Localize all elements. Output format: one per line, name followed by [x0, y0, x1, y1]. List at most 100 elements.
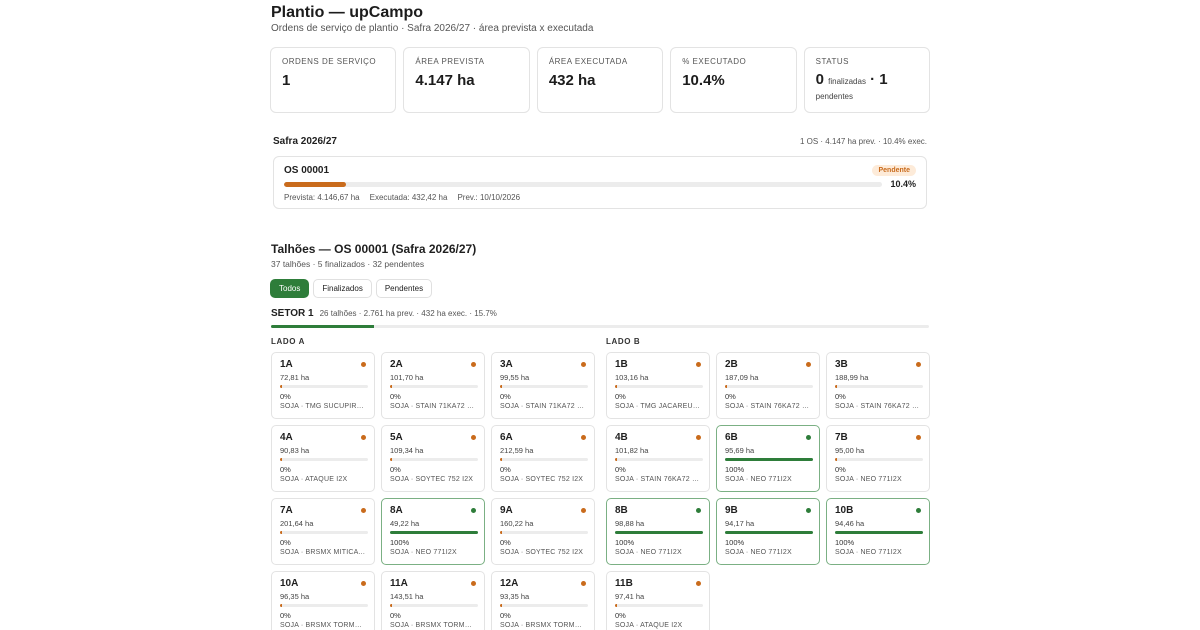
- talhao-area: 201,64 ha: [280, 519, 314, 528]
- talhao-progress-bar: [725, 458, 813, 461]
- talhao-name: 8A: [390, 505, 403, 516]
- talhao-variety: SOJA · STAIN 71KA72 CE: [500, 403, 586, 410]
- talhao-card-11b[interactable]: 11B 97,41 ha 0% SOJA · ATAQUE I2X: [606, 571, 710, 630]
- talhao-card-2b[interactable]: 2B 187,09 ha 0% SOJA · STAIN 76KA72 CE: [716, 352, 820, 419]
- talhao-progress-fill: [280, 531, 282, 534]
- status-dot-icon: [806, 508, 811, 513]
- os-pct: 10.4%: [890, 179, 916, 189]
- talhao-pct: 100%: [725, 538, 745, 547]
- kpi-value: 10.4%: [682, 72, 725, 89]
- kpi-card-area-prevista: ÁREA PREVISTA 4.147 ha: [403, 47, 530, 113]
- talhao-variety: SOJA · STAIN 71KA72 CE: [390, 403, 476, 410]
- talhao-variety: SOJA · NEO 771I2X: [390, 549, 457, 556]
- lado-a-label: LADO A: [271, 337, 305, 346]
- talhao-card-7b[interactable]: 7B 95,00 ha 0% SOJA · NEO 771I2X: [826, 425, 930, 492]
- talhao-progress-bar: [390, 385, 478, 388]
- talhao-progress-bar: [280, 385, 368, 388]
- talhao-pct: 100%: [615, 538, 635, 547]
- talhoes-subtitle: 37 talhões · 5 finalizados · 32 pendente…: [271, 259, 425, 269]
- talhao-card-9a[interactable]: 9A 160,22 ha 0% SOJA · SOYTEC 752 I2X: [491, 498, 595, 565]
- talhao-card-2a[interactable]: 2A 101,70 ha 0% SOJA · STAIN 71KA72 CE: [381, 352, 485, 419]
- talhao-card-9b[interactable]: 9B 94,17 ha 100% SOJA · NEO 771I2X: [716, 498, 820, 565]
- setor-progress-fill: [271, 325, 375, 328]
- talhao-name: 9B: [725, 505, 738, 516]
- talhao-card-6a[interactable]: 6A 212,59 ha 0% SOJA · SOYTEC 752 I2X: [491, 425, 595, 492]
- talhao-name: 3A: [500, 359, 513, 370]
- status-dot-icon: [916, 508, 921, 513]
- talhao-card-8a[interactable]: 8A 49,22 ha 100% SOJA · NEO 771I2X: [381, 498, 485, 565]
- talhao-area: 160,22 ha: [500, 519, 534, 528]
- talhao-progress-bar: [390, 604, 478, 607]
- os-card[interactable]: OS 00001 Pendente 10.4% Prevista: 4.146,…: [273, 156, 927, 209]
- talhao-card-3a[interactable]: 3A 99,55 ha 0% SOJA · STAIN 71KA72 CE: [491, 352, 595, 419]
- kpi-label: % EXECUTADO: [682, 57, 747, 66]
- talhao-area: 93,35 ha: [500, 592, 530, 601]
- status-dot-icon: [471, 435, 476, 440]
- talhao-card-10b[interactable]: 10B 94,46 ha 100% SOJA · NEO 771I2X: [826, 498, 930, 565]
- talhao-pct: 0%: [280, 392, 291, 401]
- talhao-card-4a[interactable]: 4A 90,83 ha 0% SOJA · ATAQUE I2X: [271, 425, 375, 492]
- talhao-name: 11B: [615, 578, 633, 589]
- talhao-variety: SOJA · ATAQUE I2X: [615, 622, 683, 629]
- talhao-progress-bar: [615, 531, 703, 534]
- talhao-name: 8B: [615, 505, 628, 516]
- talhao-card-11a[interactable]: 11A 143,51 ha 0% SOJA · BRSMX TORMEN...: [381, 571, 485, 630]
- status-dot-icon: [916, 362, 921, 367]
- talhao-area: 98,88 ha: [615, 519, 645, 528]
- talhao-card-8b[interactable]: 8B 98,88 ha 100% SOJA · NEO 771I2X: [606, 498, 710, 565]
- talhao-progress-fill: [500, 385, 502, 388]
- talhao-variety: SOJA · BRSMX TORMEN...: [390, 622, 476, 629]
- os-prev-date: Prev.: 10/10/2026: [457, 193, 521, 202]
- kpi-label: ÁREA PREVISTA: [415, 57, 485, 66]
- talhao-card-1b[interactable]: 1B 103,16 ha 0% SOJA · TMG JACAREUBA...: [606, 352, 710, 419]
- os-prevista: Prevista: 4.146,67 ha: [284, 193, 360, 202]
- talhao-progress-fill: [280, 604, 282, 607]
- talhao-progress-bar: [725, 385, 813, 388]
- lado-b-label: LADO B: [606, 337, 641, 346]
- talhao-progress-bar: [390, 458, 478, 461]
- talhao-card-12a[interactable]: 12A 93,35 ha 0% SOJA · BRSMX TORMEN...: [491, 571, 595, 630]
- setor-progress-bar: [271, 325, 929, 328]
- talhao-variety: SOJA · TMG SUCUPIRA ...: [280, 403, 366, 410]
- page-title: Plantio — upCampo: [271, 4, 423, 21]
- filter-tabs: Todos Finalizados Pendentes: [270, 279, 433, 298]
- talhao-name: 12A: [500, 578, 519, 589]
- kpi-value: 4.147 ha: [415, 72, 475, 89]
- talhao-progress-fill: [500, 531, 502, 534]
- talhao-card-4b[interactable]: 4B 101,82 ha 0% SOJA · STAIN 76KA72 CE: [606, 425, 710, 492]
- talhao-variety: SOJA · NEO 771I2X: [725, 476, 792, 483]
- talhao-card-1a[interactable]: 1A 72,81 ha 0% SOJA · TMG SUCUPIRA ...: [271, 352, 375, 419]
- talhao-progress-bar: [500, 604, 588, 607]
- filter-finalizados[interactable]: Finalizados: [313, 279, 372, 298]
- talhao-progress-fill: [390, 385, 392, 388]
- talhao-variety: SOJA · SOYTEC 752 I2X: [390, 476, 474, 483]
- talhao-area: 72,81 ha: [280, 373, 310, 382]
- talhao-card-6b[interactable]: 6B 95,69 ha 100% SOJA · NEO 771I2X: [716, 425, 820, 492]
- talhao-progress-bar: [615, 385, 703, 388]
- talhao-area: 187,09 ha: [725, 373, 759, 382]
- talhao-card-5a[interactable]: 5A 109,34 ha 0% SOJA · SOYTEC 752 I2X: [381, 425, 485, 492]
- talhao-card-3b[interactable]: 3B 188,99 ha 0% SOJA · STAIN 76KA72 CE: [826, 352, 930, 419]
- lado-b-grid: 1B 103,16 ha 0% SOJA · TMG JACAREUBA... 2B 18…: [606, 352, 930, 630]
- talhao-variety: SOJA · BRSMX TORMEN...: [280, 622, 366, 629]
- filter-pendentes[interactable]: Pendentes: [375, 279, 433, 298]
- talhao-area: 109,34 ha: [390, 446, 424, 455]
- talhao-variety: SOJA · STAIN 76KA72 CE: [615, 476, 701, 483]
- talhao-name: 2A: [390, 359, 403, 370]
- talhao-pct: 0%: [390, 611, 401, 620]
- status-dot-icon: [361, 362, 366, 367]
- talhao-card-10a[interactable]: 10A 96,35 ha 0% SOJA · BRSMX TORMEN...: [271, 571, 375, 630]
- talhao-name: 7B: [835, 432, 848, 443]
- talhao-variety: SOJA · STAIN 76KA72 CE: [835, 403, 921, 410]
- status-dot-icon: [581, 508, 586, 513]
- talhoes-title: Talhões — OS 00001 (Safra 2026/27): [271, 242, 477, 256]
- kpi-value: 432 ha: [548, 72, 596, 89]
- talhao-variety: SOJA · NEO 771I2X: [615, 549, 682, 556]
- talhao-progress-fill: [835, 458, 837, 461]
- filter-todos[interactable]: Todos: [270, 279, 310, 298]
- talhao-progress-bar: [725, 531, 813, 534]
- talhao-area: 95,69 ha: [725, 446, 755, 455]
- talhao-pct: 0%: [615, 611, 626, 620]
- talhao-pct: 0%: [390, 465, 401, 474]
- talhao-card-7a[interactable]: 7A 201,64 ha 0% SOJA · BRSMX MITICA C...: [271, 498, 375, 565]
